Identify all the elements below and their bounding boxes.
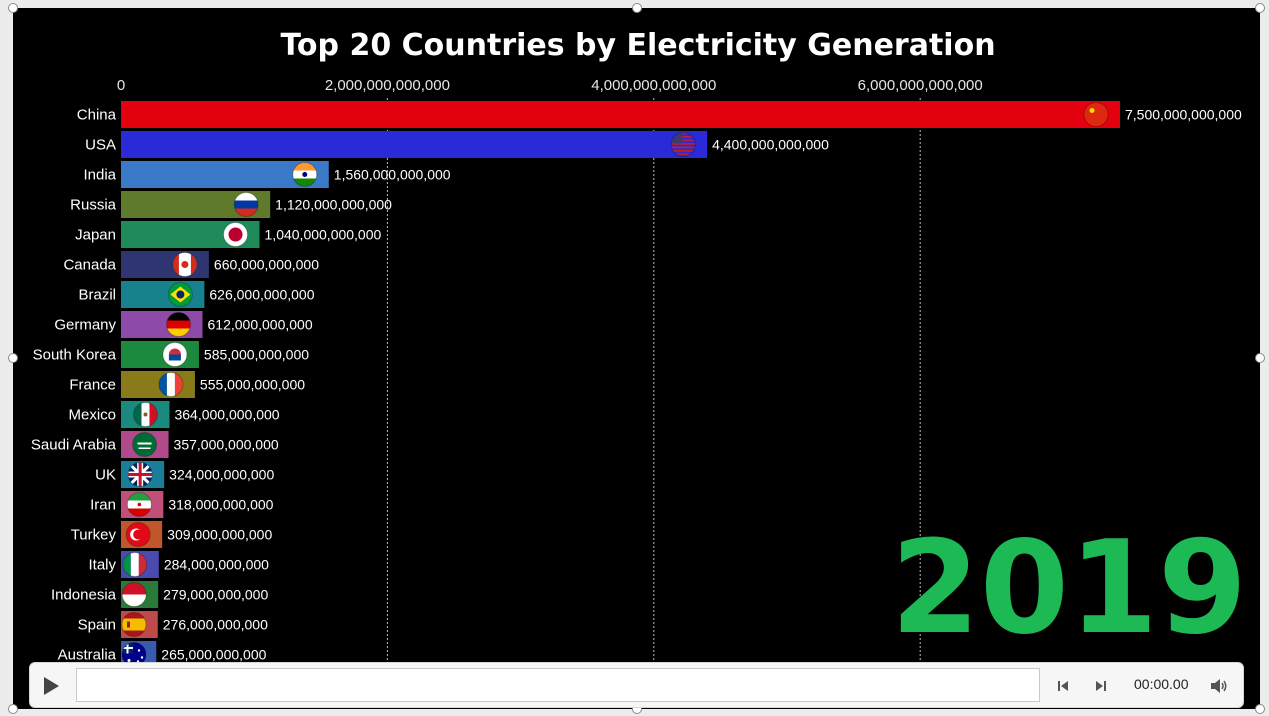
category-label: Canada <box>63 257 116 274</box>
category-label: China <box>77 107 117 124</box>
category-label: Russia <box>70 197 117 214</box>
resize-handle-top-center[interactable] <box>632 3 642 13</box>
video-frame: Top 20 Countries by Electricity Generati… <box>13 8 1260 709</box>
spain-flag <box>121 612 147 637</box>
china-flag <box>1083 102 1109 127</box>
data-label: 1,560,000,000,000 <box>334 167 451 183</box>
category-label: Japan <box>75 227 116 244</box>
japan-flag <box>223 222 249 247</box>
play-button[interactable] <box>38 673 64 699</box>
bar-usa <box>121 131 708 158</box>
bar-chart: Top 20 Countries by Electricity Generati… <box>31 28 1247 668</box>
data-label: 276,000,000,000 <box>163 617 268 633</box>
step-back-icon <box>1058 681 1068 691</box>
category-label: Germany <box>54 317 116 334</box>
step-forward-button[interactable] <box>1090 675 1112 697</box>
data-label: 318,000,000,000 <box>168 497 273 513</box>
category-label: Turkey <box>71 527 117 544</box>
uk-flag <box>127 462 153 487</box>
seek-bar[interactable] <box>76 668 1040 702</box>
resize-handle-middle-right[interactable] <box>1255 353 1265 363</box>
step-back-button[interactable] <box>1052 675 1074 697</box>
data-label: 1,040,000,000,000 <box>265 227 382 243</box>
germany-flag <box>166 312 192 337</box>
data-label: 626,000,000,000 <box>209 287 314 303</box>
resize-handle-bottom-left[interactable] <box>8 704 18 714</box>
volume-icon <box>1211 679 1227 693</box>
x-tick-label: 4,000,000,000,000 <box>591 77 716 94</box>
italy-flag <box>122 552 148 577</box>
france-flag <box>158 372 184 397</box>
x-tick-label: 2,000,000,000,000 <box>325 77 450 94</box>
time-display: 00:00.00 <box>1134 676 1189 692</box>
indonesia-flag <box>121 582 147 607</box>
category-label: Saudi Arabia <box>31 437 117 454</box>
data-label: 364,000,000,000 <box>174 407 279 423</box>
mexico-flag <box>132 402 158 427</box>
category-label: India <box>83 167 116 184</box>
category-label: South Korea <box>33 347 117 364</box>
x-tick-label: 0 <box>117 77 125 94</box>
south-korea-flag <box>162 342 188 367</box>
data-label: 284,000,000,000 <box>164 557 269 573</box>
iran-flag <box>126 492 152 517</box>
category-label: Indonesia <box>51 587 117 604</box>
data-label: 4,400,000,000,000 <box>712 137 829 153</box>
data-label: 309,000,000,000 <box>167 527 272 543</box>
category-label: Australia <box>58 647 117 664</box>
data-label: 1,120,000,000,000 <box>275 197 392 213</box>
data-label: 7,500,000,000,000 <box>1125 107 1242 123</box>
x-tick-label: 6,000,000,000,000 <box>858 77 983 94</box>
category-label: France <box>69 377 116 394</box>
data-label: 660,000,000,000 <box>214 257 319 273</box>
year-label: 2019 <box>891 514 1247 663</box>
brazil-flag <box>167 282 193 307</box>
data-label: 357,000,000,000 <box>174 437 279 453</box>
category-label: Mexico <box>68 407 116 424</box>
resize-handle-top-left[interactable] <box>8 3 18 13</box>
data-label: 279,000,000,000 <box>163 587 268 603</box>
data-label: 612,000,000,000 <box>208 317 313 333</box>
step-forward-icon <box>1096 681 1106 691</box>
russia-flag <box>233 192 259 217</box>
chart-title: Top 20 Countries by Electricity Generati… <box>280 28 995 63</box>
category-label: Spain <box>78 617 116 634</box>
turkey-flag <box>125 522 151 547</box>
play-icon <box>44 677 59 695</box>
category-label: USA <box>85 137 116 154</box>
bar-china <box>121 101 1120 128</box>
data-label: 324,000,000,000 <box>169 467 274 483</box>
resize-handle-top-right[interactable] <box>1255 3 1265 13</box>
india-flag <box>292 162 318 187</box>
media-player-controls: 00:00.00 <box>29 662 1244 708</box>
volume-button[interactable] <box>1208 675 1230 697</box>
category-label: Italy <box>88 557 116 574</box>
canada-flag <box>172 252 198 277</box>
bar-france <box>121 371 195 398</box>
saudi-arabia-flag <box>132 432 158 457</box>
category-label: Brazil <box>78 287 116 304</box>
category-label: UK <box>95 467 116 484</box>
category-label: Iran <box>90 497 116 514</box>
data-label: 585,000,000,000 <box>204 347 309 363</box>
resize-handle-middle-left[interactable] <box>8 353 18 363</box>
data-label: 555,000,000,000 <box>200 377 305 393</box>
resize-handle-bottom-right[interactable] <box>1255 704 1265 714</box>
data-label: 265,000,000,000 <box>161 647 266 663</box>
